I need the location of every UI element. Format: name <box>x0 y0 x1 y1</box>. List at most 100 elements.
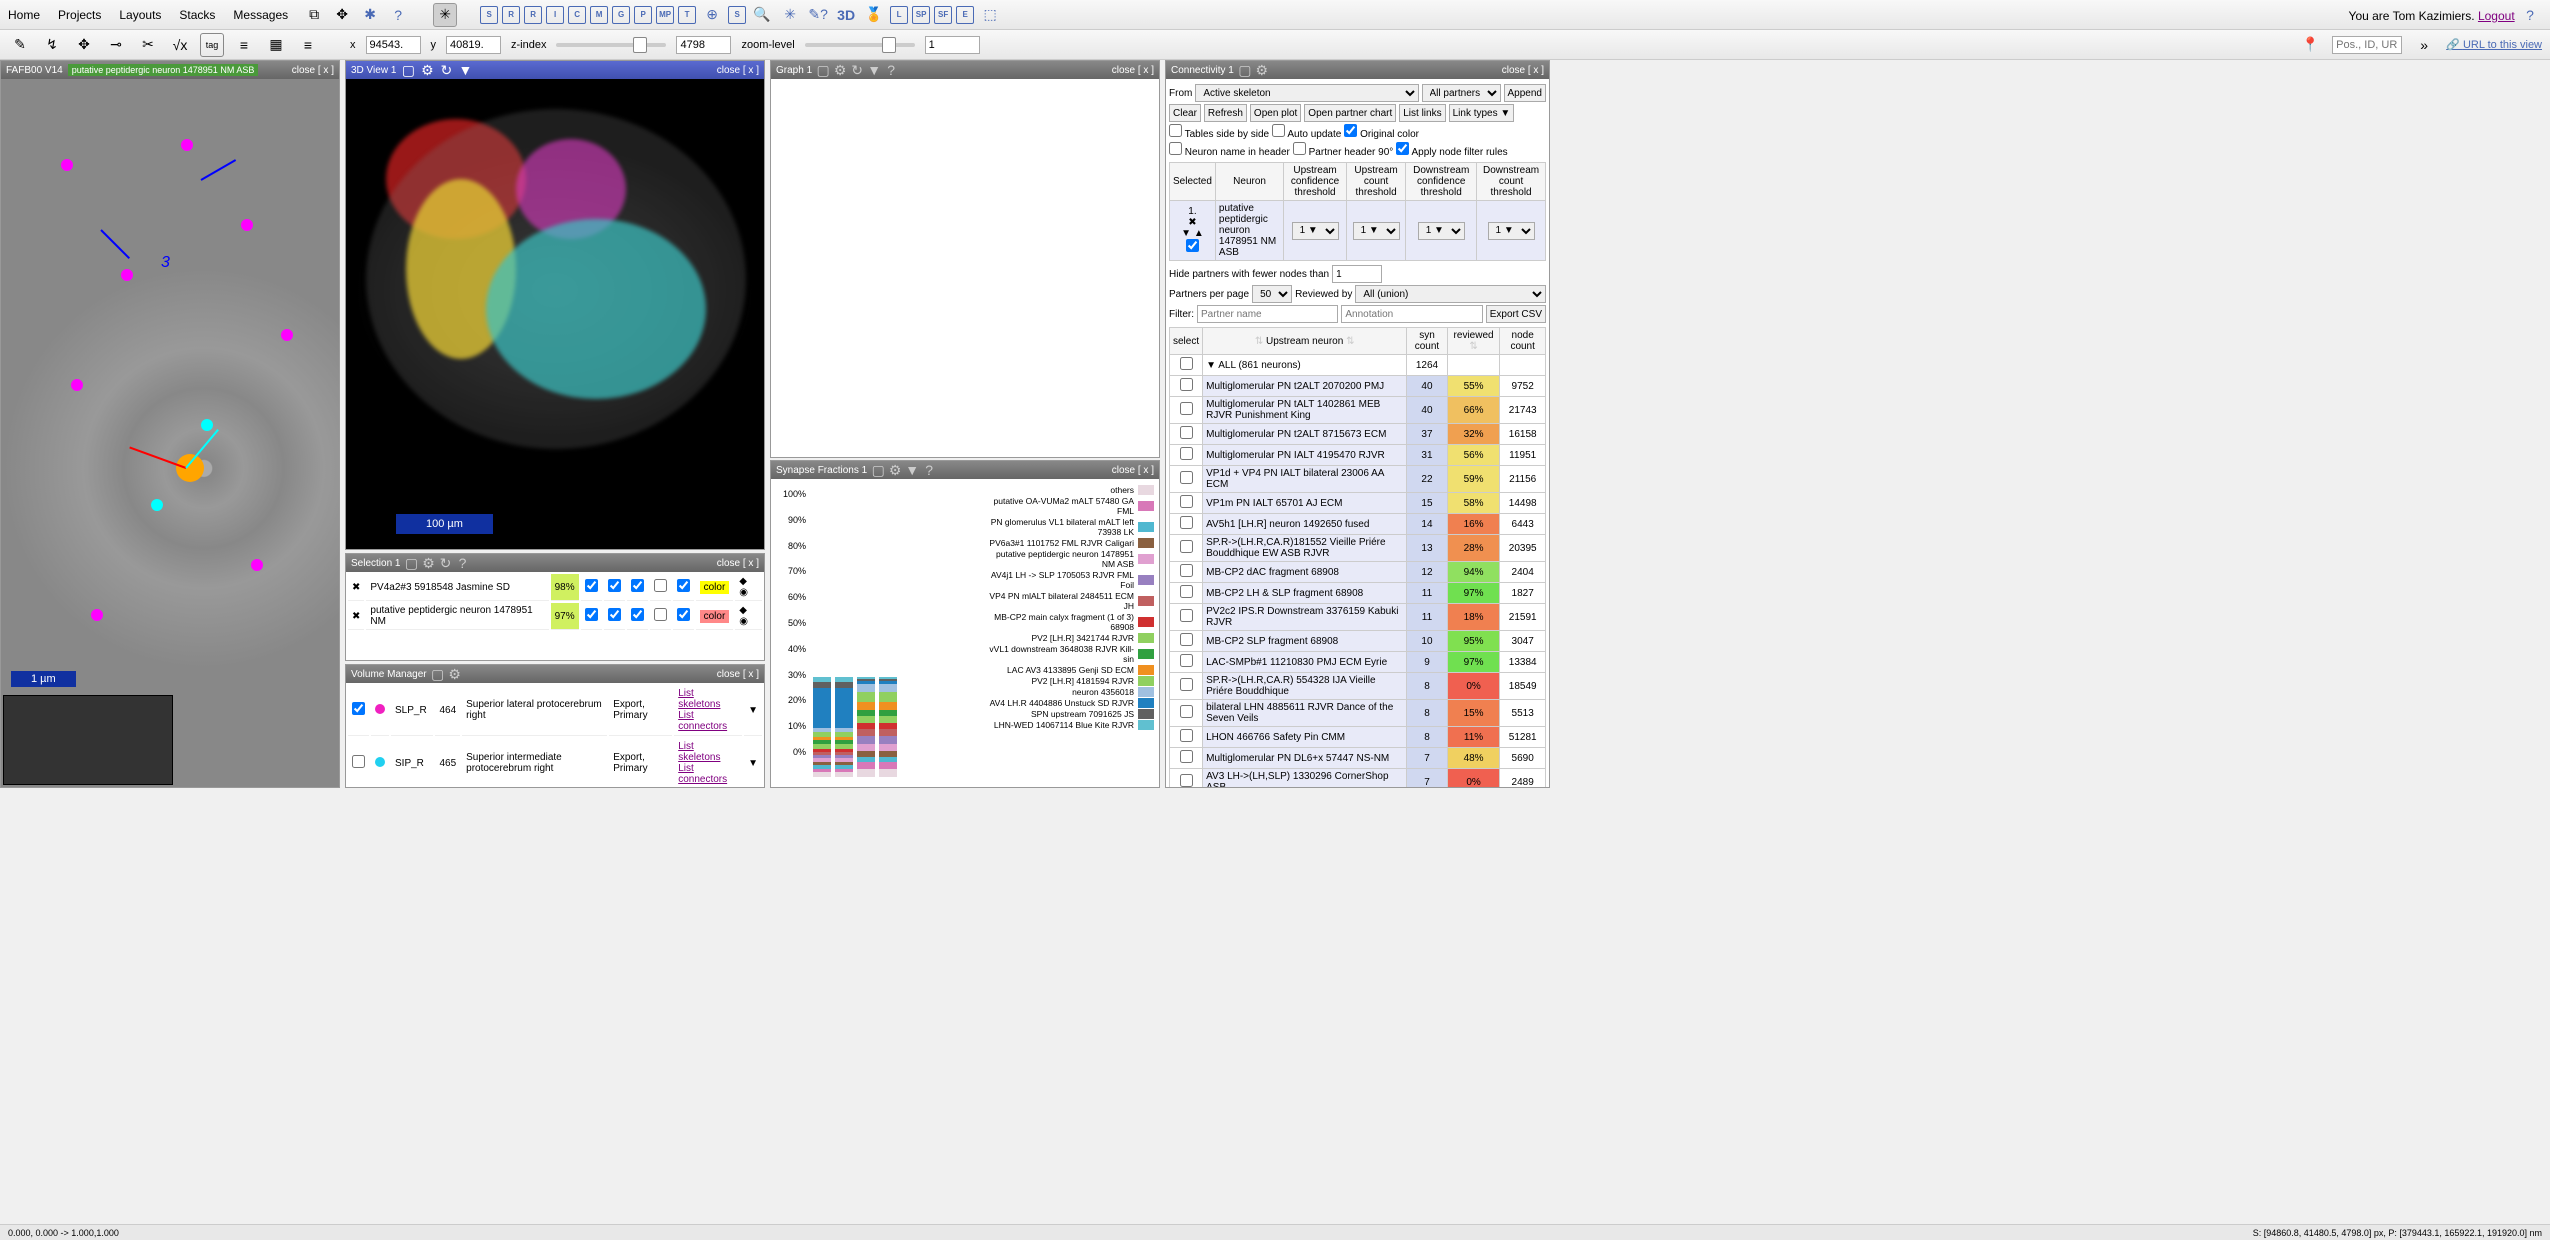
sp-tool-icon[interactable]: SP <box>912 6 930 24</box>
table-row[interactable]: Multiglomerular PN t2ALT 8715673 ECM 37 … <box>1170 424 1546 445</box>
3d-icon[interactable]: 3D <box>834 3 858 27</box>
treenode[interactable] <box>201 419 213 431</box>
table-row[interactable]: Multiglomerular PN DL6+x 57447 NS-NM 7 4… <box>1170 748 1546 769</box>
sel-chk[interactable] <box>608 579 621 592</box>
reviewed-by-select[interactable]: All (union) <box>1355 285 1546 303</box>
treenode[interactable] <box>61 159 73 171</box>
select-all-chk[interactable] <box>1180 357 1193 370</box>
graph-close-button[interactable]: close [ x ] <box>1112 65 1154 76</box>
partner-name-filter[interactable] <box>1197 305 1338 323</box>
cut-icon[interactable]: ✂ <box>136 33 160 57</box>
sel-chk[interactable] <box>631 579 644 592</box>
venn-icon[interactable]: ⊕ <box>700 3 724 27</box>
3d-close-button[interactable]: close [ x ] <box>717 65 759 76</box>
location-icon[interactable]: 📍 <box>2298 33 2322 57</box>
row-select-chk[interactable] <box>1180 426 1193 439</box>
new-window-icon[interactable]: ⧉ <box>302 3 326 27</box>
i-tool-icon[interactable]: I <box>546 6 564 24</box>
row-select-chk[interactable] <box>1180 729 1193 742</box>
connector-icon[interactable]: ⊸ <box>104 33 128 57</box>
list-connectors-link[interactable]: List connectors <box>678 763 727 785</box>
s2-tool-icon[interactable]: S <box>728 6 746 24</box>
gear-icon[interactable]: ✱ <box>358 3 382 27</box>
mp-tool-icon[interactable]: MP <box>656 6 674 24</box>
skeleton-icon[interactable]: ↯ <box>40 33 64 57</box>
list-icon[interactable]: ≡ <box>296 33 320 57</box>
x-input[interactable] <box>366 36 421 54</box>
sf-tool-icon[interactable]: SF <box>934 6 952 24</box>
tag-icon[interactable]: tag <box>200 33 224 57</box>
menu-home[interactable]: Home <box>8 8 40 22</box>
user-help-icon[interactable]: ? <box>2518 3 2542 27</box>
neuron-name-chk[interactable] <box>1169 142 1182 155</box>
treenode[interactable] <box>241 219 253 231</box>
sqrt-icon[interactable]: √x <box>168 33 192 57</box>
table-row[interactable]: ✖putative peptidergic neuron 1478951 NM … <box>348 603 762 630</box>
y-input[interactable] <box>446 36 501 54</box>
list-skeletons-link[interactable]: List skeletons <box>678 741 720 763</box>
treenode[interactable] <box>151 499 163 511</box>
list-skeletons-link[interactable]: List skeletons <box>678 688 720 710</box>
row-select-chk[interactable] <box>1180 516 1193 529</box>
menu-projects[interactable]: Projects <box>58 8 101 22</box>
row-select-chk[interactable] <box>1180 585 1193 598</box>
e-tool-icon[interactable]: E <box>956 6 974 24</box>
tracing-tool-icon[interactable]: ✳ <box>433 3 457 27</box>
3d-canvas[interactable]: 100 µm <box>346 79 764 549</box>
r2-tool-icon[interactable]: R <box>524 6 542 24</box>
treenode[interactable] <box>121 269 133 281</box>
up-count-select[interactable]: 1 ▼ <box>1353 222 1400 240</box>
conn-link-types--button[interactable]: Link types ▼ <box>1449 104 1515 122</box>
partners-select[interactable]: All partners <box>1422 84 1501 102</box>
sel-chk[interactable] <box>654 608 667 621</box>
tables-side-chk[interactable] <box>1169 124 1182 137</box>
active-node[interactable] <box>176 454 204 482</box>
row-select-chk[interactable] <box>1180 633 1193 646</box>
dn-count-select[interactable]: 1 ▼ <box>1488 222 1535 240</box>
table-row[interactable]: MB-CP2 SLP fragment 68908 10 95% 3047 <box>1170 631 1546 652</box>
menu-layouts[interactable]: Layouts <box>119 8 161 22</box>
table-row[interactable]: SLP_R464Superior lateral protocerebrum r… <box>348 685 762 736</box>
row-select-chk[interactable] <box>1180 378 1193 391</box>
treenode[interactable] <box>251 559 263 571</box>
sel-chk[interactable] <box>585 579 598 592</box>
crosshair-icon[interactable]: ✥ <box>330 3 354 27</box>
table-row[interactable]: Multiglomerular PN t2ALT 2070200 PMJ 40 … <box>1170 376 1546 397</box>
graph-gear-icon[interactable]: ⚙ <box>834 58 846 82</box>
table-row[interactable]: AV5h1 [LH.R] neuron 1492650 fused 14 16%… <box>1170 514 1546 535</box>
row-select-chk[interactable] <box>1180 447 1193 460</box>
color-badge[interactable]: color <box>700 610 730 623</box>
orig-color-chk[interactable] <box>1344 124 1357 137</box>
row-select-chk[interactable] <box>1180 540 1193 553</box>
move-icon[interactable]: ✥ <box>72 33 96 57</box>
hide-threshold-input[interactable] <box>1332 265 1382 283</box>
m-tool-icon[interactable]: M <box>590 6 608 24</box>
connectivity-close-button[interactable]: close [ x ] <box>1502 65 1544 76</box>
table-row[interactable]: MB-CP2 dAC fragment 68908 12 94% 2404 <box>1170 562 1546 583</box>
treenode[interactable] <box>281 329 293 341</box>
table-row[interactable]: VP1d + VP4 PN IALT bilateral 23006 AA EC… <box>1170 466 1546 493</box>
graph-window-icon[interactable]: ▢ <box>817 58 829 82</box>
row-select-chk[interactable] <box>1180 678 1193 691</box>
table-row[interactable]: MB-CP2 LH & SLP fragment 68908 11 97% 18… <box>1170 583 1546 604</box>
g-tool-icon[interactable]: G <box>612 6 630 24</box>
export-csv-button[interactable]: Export CSV <box>1486 305 1546 323</box>
conn-clear-button[interactable]: Clear <box>1169 104 1201 122</box>
zoom-input[interactable] <box>925 36 980 54</box>
dn-conf-select[interactable]: 1 ▼ <box>1418 222 1465 240</box>
conn-open-partner-chart-button[interactable]: Open partner chart <box>1304 104 1396 122</box>
ruler-icon[interactable]: ▦ <box>264 33 288 57</box>
r-tool-icon[interactable]: R <box>502 6 520 24</box>
p-tool-icon[interactable]: P <box>634 6 652 24</box>
s-tool-icon[interactable]: S <box>480 6 498 24</box>
sel-chk[interactable] <box>585 608 598 621</box>
row-select-chk[interactable] <box>1180 471 1193 484</box>
trace-icon[interactable]: ✎ <box>8 33 32 57</box>
em-image[interactable]: 3 1 µm <box>1 79 339 787</box>
apply-filter-chk[interactable] <box>1396 142 1409 155</box>
l-tool-icon[interactable]: L <box>890 6 908 24</box>
go-icon[interactable]: » <box>2412 33 2436 57</box>
list-connectors-link[interactable]: List connectors <box>678 710 727 732</box>
cube-icon[interactable]: ⬚ <box>978 3 1002 27</box>
graph-filter-icon[interactable]: ▼ <box>868 58 880 82</box>
